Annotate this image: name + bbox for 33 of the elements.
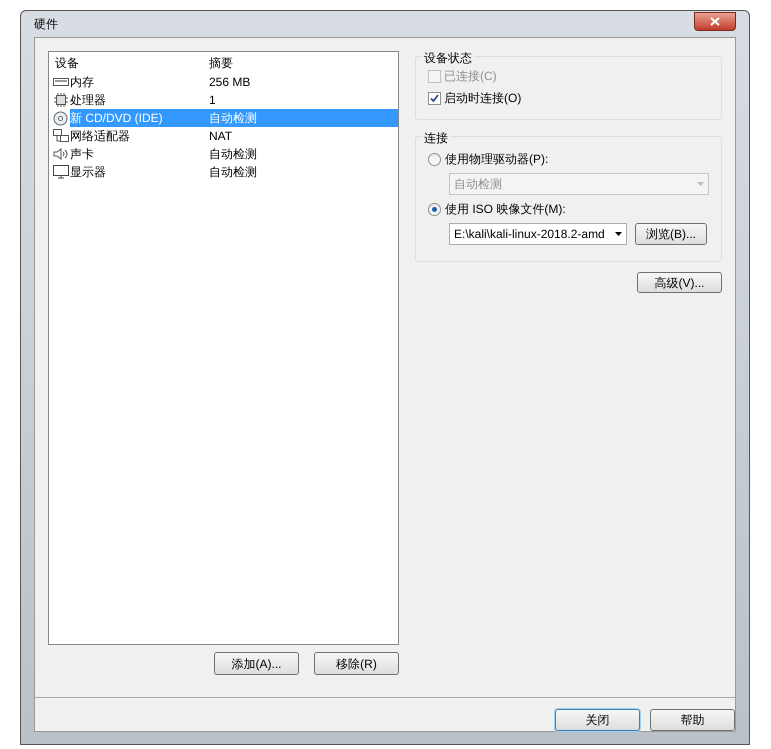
- device-row[interactable]: 显示器 自动检测: [70, 163, 398, 181]
- checkbox-label: 启动时连接(O): [444, 90, 522, 107]
- radio-button[interactable]: [428, 202, 441, 216]
- disc-icon: [53, 110, 68, 126]
- iso-path-combo[interactable]: E:\kali\kali-linux-2018.2-amd: [449, 223, 627, 245]
- checkbox-label: 已连接(C): [444, 68, 497, 85]
- monitor-icon: [53, 165, 69, 179]
- column-header: 摘要: [209, 55, 233, 72]
- column-header: 设备: [55, 55, 80, 72]
- close-icon: [710, 16, 720, 26]
- dialog-button[interactable]: 关闭: [555, 709, 640, 731]
- caret-icon: [697, 182, 704, 186]
- radio-label: 使用 ISO 映像文件(M):: [445, 201, 566, 218]
- checkbox[interactable]: [428, 92, 441, 104]
- list-button[interactable]: 移除(R): [314, 652, 399, 675]
- caret-icon: [615, 232, 622, 236]
- list-button[interactable]: 添加(A)...: [214, 652, 299, 675]
- group-title: 连接: [422, 129, 450, 147]
- chip-icon: [53, 93, 69, 107]
- device-row[interactable]: 声卡 自动检测: [70, 145, 398, 163]
- device-row[interactable]: 处理器 1: [70, 91, 398, 109]
- advanced-button[interactable]: 高级(V)...: [637, 272, 722, 293]
- group-title: 设备状态: [422, 49, 474, 67]
- network-icon: [53, 129, 69, 143]
- browse-button[interactable]: 浏览(B)...: [635, 223, 707, 245]
- radio-label: 使用物理驱动器(P):: [445, 151, 548, 168]
- memory-chip-icon: [53, 76, 69, 88]
- device-row[interactable]: 内存 256 MB: [70, 73, 398, 91]
- device-row[interactable]: 网络适配器 NAT: [70, 127, 398, 145]
- window-title: 硬件: [34, 16, 58, 33]
- close-button[interactable]: [694, 12, 736, 30]
- dialog-button[interactable]: 帮助: [650, 709, 735, 731]
- speaker-icon: [53, 148, 69, 160]
